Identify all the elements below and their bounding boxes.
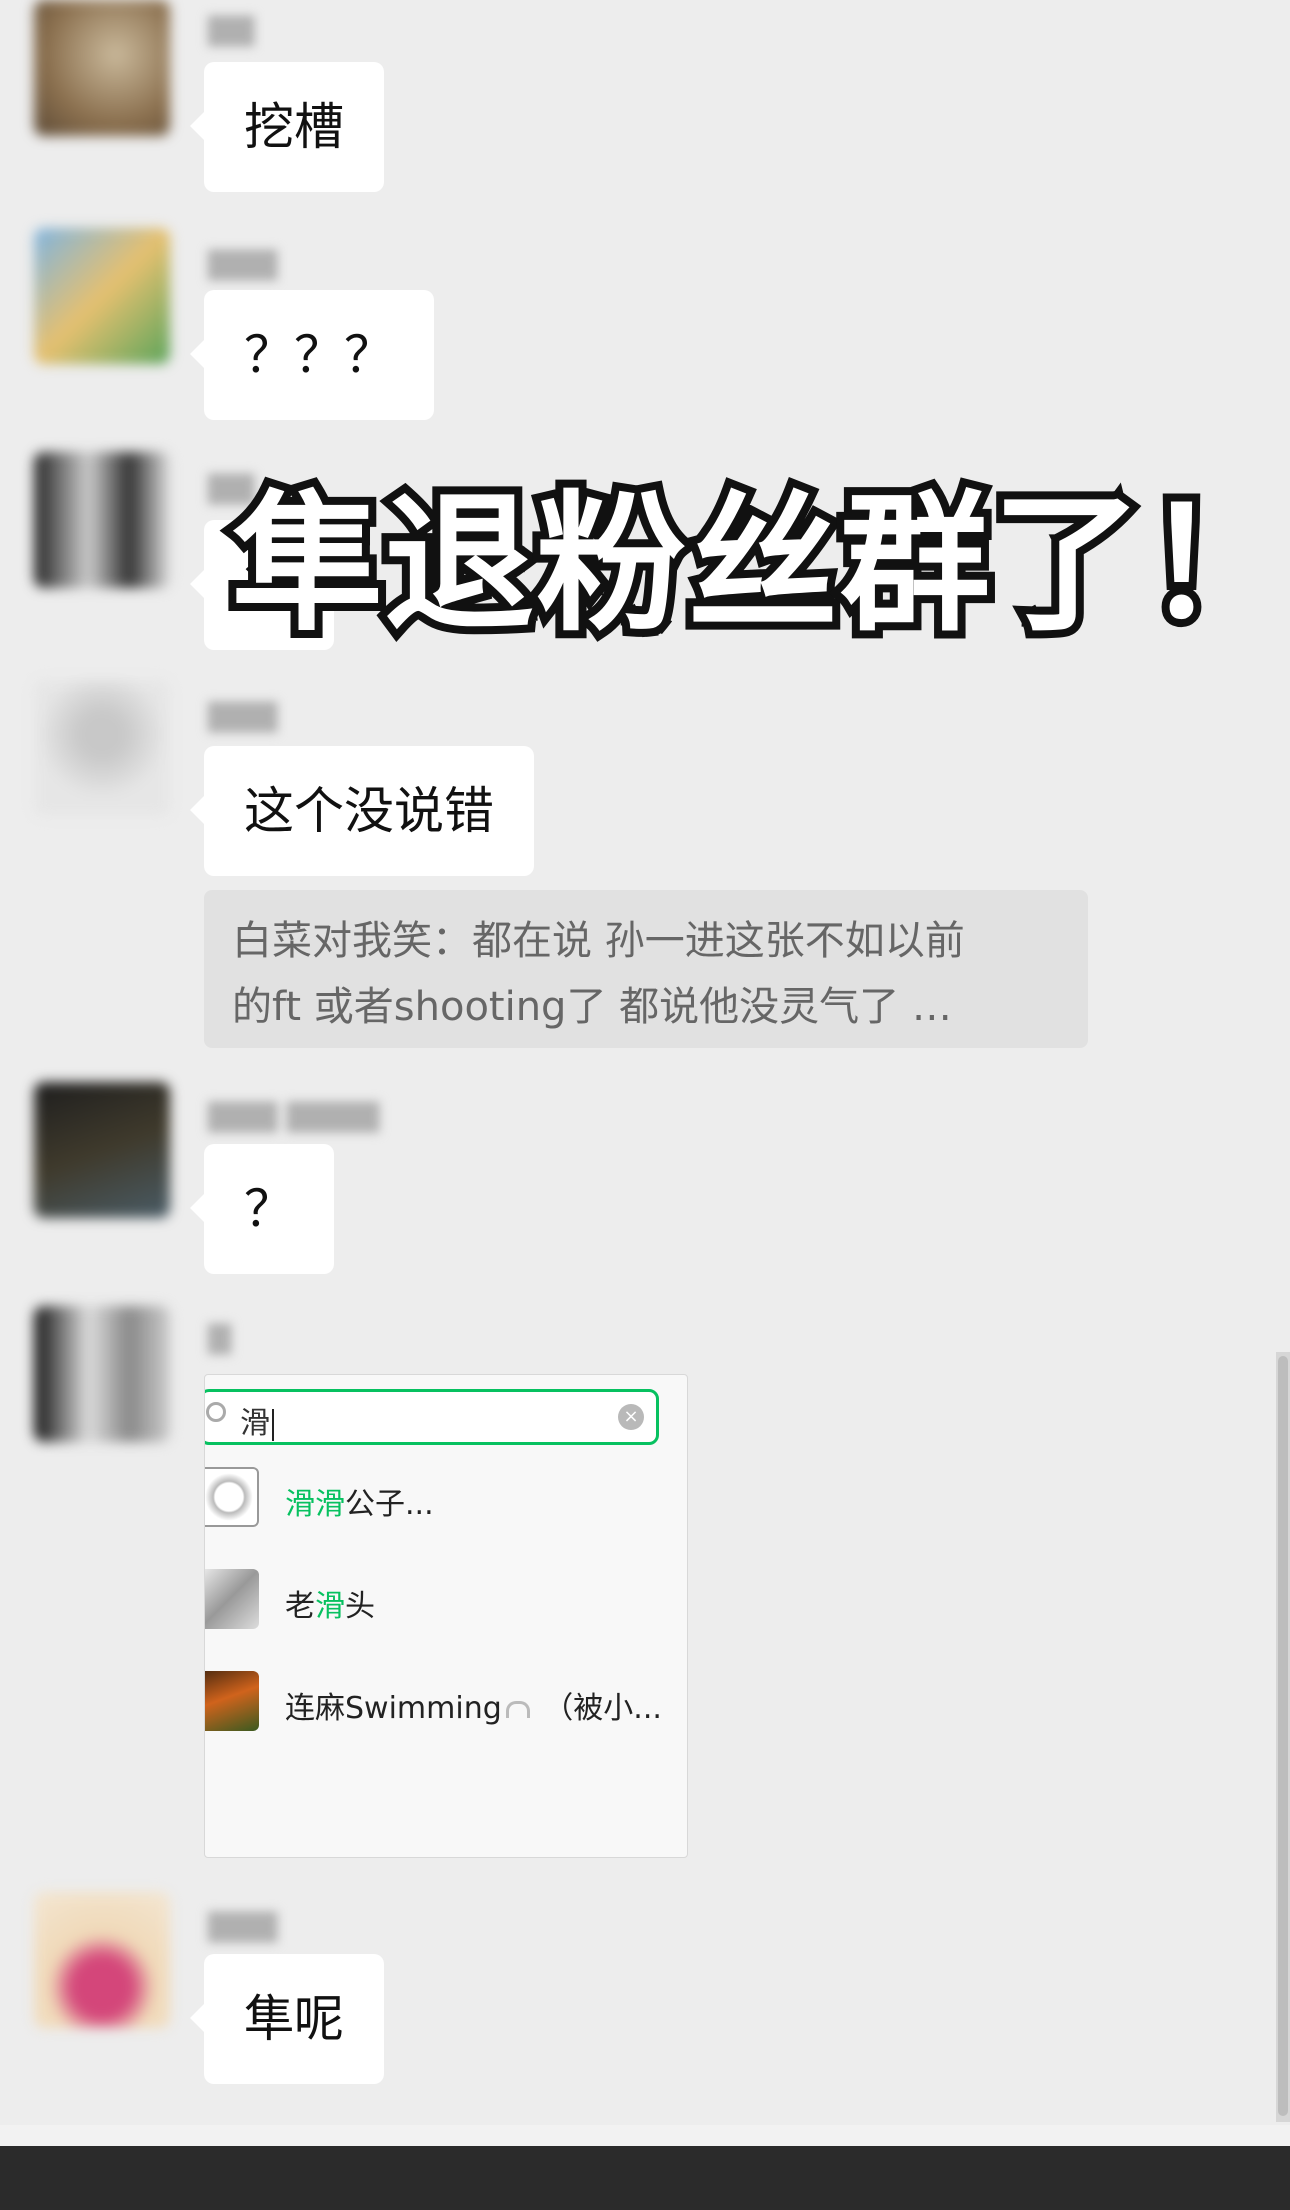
mention-item[interactable]: 老滑头 — [205, 1563, 687, 1635]
clear-icon[interactable]: × — [618, 1404, 644, 1430]
scrollbar-thumb[interactable] — [1278, 1356, 1288, 2116]
member-avatar — [205, 1569, 259, 1629]
search-value: 滑 — [240, 1398, 274, 1442]
message-bubble[interactable]: 隼呢 — [190, 1954, 384, 2084]
mention-item-label: 老滑头 — [285, 1589, 375, 1624]
avatar[interactable] — [34, 680, 170, 816]
message-bubble[interactable]: ？？？ — [190, 290, 434, 420]
avatar[interactable] — [34, 228, 170, 364]
bottom-bar — [0, 2146, 1290, 2210]
overlay-headline: 隼退粉丝群了！ — [224, 472, 1290, 658]
sender-name: ▇▇▇ ▇▇▇▇ — [208, 1098, 380, 1133]
quote-line: 白菜对我笑：都在说 孙一进这张不如以前 — [232, 918, 965, 964]
chat-area[interactable]: ▇▇ 挖槽 ▇▇▇ ？？？ ▇▇ ？ ▇▇▇ 这个没说错 白菜对我笑：都在说 孙… — [0, 0, 1290, 2125]
mention-picker-panel: 滑 × 滑滑公子... 老滑头 连麻Swimming （被小... — [204, 1374, 688, 1858]
sender-name: ▇▇▇ — [208, 698, 278, 733]
input-area-edge — [0, 2125, 1290, 2146]
sender-name: ▇▇ — [208, 12, 255, 47]
quote-line: 的ft 或者shooting了 都说他没灵气了 … — [232, 984, 952, 1030]
sender-name: ▇▇▇ — [208, 1908, 278, 1943]
member-avatar — [205, 1467, 259, 1527]
message-bubble[interactable]: 这个没说错 — [190, 746, 534, 876]
text-caret — [272, 1408, 274, 1441]
sender-name: ▇▇▇ — [208, 246, 278, 281]
sender-name: ▇ — [208, 1320, 232, 1355]
avatar[interactable] — [34, 1306, 170, 1442]
mention-item[interactable]: 连麻Swimming （被小... — [205, 1665, 687, 1737]
avatar[interactable] — [34, 0, 170, 136]
message-bubble[interactable]: ？ — [190, 1144, 334, 1274]
member-avatar — [205, 1671, 259, 1731]
avatar[interactable] — [34, 452, 170, 588]
avatar[interactable] — [34, 1082, 170, 1218]
mention-item[interactable]: 滑滑公子... — [205, 1461, 687, 1533]
avatar[interactable] — [34, 1892, 170, 2028]
message-bubble[interactable]: 挖槽 — [190, 62, 384, 192]
mention-search-input[interactable]: 滑 × — [205, 1389, 659, 1445]
mention-item-label: 连麻Swimming （被小... — [285, 1691, 662, 1726]
quoted-message[interactable]: 白菜对我笑：都在说 孙一进这张不如以前 的ft 或者shooting了 都说他没… — [204, 890, 1088, 1048]
headphones-icon — [505, 1701, 530, 1718]
mention-item-label: 滑滑公子... — [285, 1487, 434, 1522]
search-icon — [206, 1402, 226, 1422]
